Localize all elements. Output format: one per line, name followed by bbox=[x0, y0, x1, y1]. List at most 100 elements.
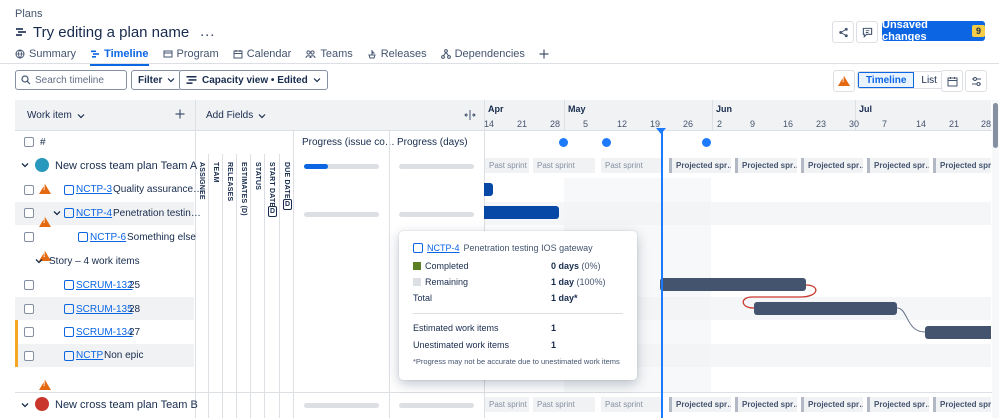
sprint-team-b[interactable]: Projected spr… bbox=[933, 397, 991, 412]
work-item-title[interactable]: Quality assurance… bbox=[113, 184, 203, 195]
sprint-team-b[interactable]: Projected spr… bbox=[735, 397, 797, 412]
releases-column-header[interactable]: RELEASES bbox=[226, 162, 233, 201]
tab-program[interactable]: Program bbox=[163, 46, 219, 62]
search-timeline[interactable] bbox=[15, 70, 127, 90]
sprint-team-a[interactable]: Projected spr… bbox=[933, 158, 991, 173]
sprint-team-b[interactable]: Past sprint bbox=[533, 397, 595, 412]
progress-issue-fill bbox=[304, 164, 328, 169]
due-date-column-header[interactable]: DUE DATE bbox=[283, 162, 290, 199]
work-item-title[interactable]: 28 bbox=[129, 304, 140, 315]
work-item-key[interactable]: NCTP-3 bbox=[76, 184, 112, 195]
start-date-column-header[interactable]: START DATE bbox=[268, 162, 275, 207]
tab-releases[interactable]: Releases bbox=[367, 46, 427, 62]
warning-icon[interactable] bbox=[39, 217, 51, 227]
chevron-down-icon[interactable] bbox=[35, 257, 43, 265]
calendar-settings-button[interactable] bbox=[941, 70, 963, 92]
sprint-team-a[interactable]: Past sprint bbox=[601, 158, 663, 173]
day-tick-label: 9 bbox=[750, 119, 756, 129]
work-item-title[interactable]: Penetration testin… bbox=[113, 208, 201, 219]
work-item-key[interactable]: NCTP-6 bbox=[90, 232, 126, 243]
sprint-team-a[interactable]: Past sprint bbox=[533, 158, 595, 173]
warning-icon[interactable] bbox=[39, 380, 51, 390]
view-settings-button[interactable]: Capacity view • Edited bbox=[179, 70, 328, 90]
work-item-title[interactable]: Non epic bbox=[104, 350, 143, 361]
row-checkbox[interactable] bbox=[24, 185, 34, 195]
add-tab-button[interactable] bbox=[539, 46, 549, 62]
row-checkbox[interactable] bbox=[24, 208, 34, 218]
scrollbar-thumb[interactable] bbox=[993, 103, 998, 148]
resize-handle[interactable] bbox=[464, 110, 476, 120]
work-item-column-header[interactable]: Work item bbox=[27, 110, 85, 121]
view-options-button[interactable] bbox=[965, 70, 987, 92]
work-item-title[interactable]: 25 bbox=[129, 280, 140, 291]
sprint-team-b[interactable]: Projected spr… bbox=[801, 397, 863, 412]
group-label[interactable]: Story – 4 work items bbox=[49, 256, 140, 267]
row-checkbox[interactable] bbox=[24, 351, 34, 361]
sprint-team-a[interactable]: Projected spr… bbox=[867, 158, 929, 173]
work-item-key[interactable]: SCRUM-132 bbox=[76, 280, 133, 291]
tooltip-work-item-key[interactable]: NCTP-4 bbox=[427, 243, 460, 253]
sprint-team-a[interactable]: Projected spr… bbox=[735, 158, 797, 173]
tab-summary[interactable]: Summary bbox=[15, 46, 76, 62]
chevron-down-icon bbox=[258, 113, 266, 118]
chevron-down-icon[interactable] bbox=[21, 161, 29, 169]
row-checkbox[interactable] bbox=[24, 304, 34, 314]
tab-teams[interactable]: Teams bbox=[305, 46, 353, 62]
work-item-key[interactable]: SCRUM-135 bbox=[76, 304, 133, 315]
timeline-view-button[interactable]: Timeline bbox=[858, 72, 915, 88]
sprint-team-a[interactable]: Past sprint bbox=[485, 158, 529, 173]
row-checkbox[interactable] bbox=[24, 280, 34, 290]
work-item-key[interactable]: NCTP-4 bbox=[76, 208, 112, 219]
release-marker[interactable] bbox=[602, 138, 611, 147]
share-button[interactable] bbox=[832, 21, 854, 43]
release-marker[interactable] bbox=[702, 138, 711, 147]
chevron-down-icon[interactable] bbox=[53, 209, 61, 217]
page-title[interactable]: Try editing a plan name … bbox=[15, 23, 216, 41]
estimates-column-header[interactable]: ESTIMATES (D) bbox=[240, 162, 247, 216]
tab-dependencies[interactable]: Dependencies bbox=[440, 46, 525, 62]
work-item-title[interactable]: Something else bbox=[127, 232, 196, 243]
sprint-team-a[interactable]: Projected spr… bbox=[801, 158, 863, 173]
status-column-header[interactable]: STATUS bbox=[254, 162, 261, 190]
select-all-checkbox[interactable] bbox=[24, 137, 34, 147]
filter-button[interactable]: Filter bbox=[131, 70, 183, 90]
column-divider bbox=[264, 154, 265, 418]
sprint-team-b[interactable]: Past sprint bbox=[601, 397, 663, 412]
search-input[interactable] bbox=[35, 74, 120, 86]
release-marker[interactable] bbox=[559, 138, 568, 147]
day-tick-label: 5 bbox=[583, 119, 589, 129]
team-column-header[interactable]: TEAM bbox=[212, 162, 219, 183]
warnings-button[interactable] bbox=[833, 70, 855, 92]
tab-timeline[interactable]: Timeline bbox=[90, 46, 149, 66]
tooltip-note: *Progress may not be accurate due to une… bbox=[413, 357, 620, 366]
schedule-bar[interactable] bbox=[484, 206, 559, 219]
warning-icon[interactable] bbox=[39, 184, 51, 194]
due-date-badge: D bbox=[283, 199, 292, 210]
team-name[interactable]: New cross team plan Team B bbox=[55, 399, 198, 411]
sprint-team-b[interactable]: Projected spr… bbox=[867, 397, 929, 412]
sprint-team-b[interactable]: Past sprint bbox=[485, 397, 529, 412]
sprint-team-b[interactable]: Projected spr… bbox=[669, 397, 731, 412]
list-view-button[interactable]: List bbox=[914, 72, 944, 88]
plan-name[interactable]: Try editing a plan name bbox=[33, 24, 189, 41]
sliders-icon bbox=[971, 76, 981, 86]
row-checkbox[interactable] bbox=[24, 327, 34, 337]
feedback-button[interactable] bbox=[856, 21, 878, 43]
team-name[interactable]: New cross team plan Team A bbox=[55, 160, 197, 172]
more-icon[interactable]: … bbox=[199, 23, 216, 41]
breadcrumb[interactable]: Plans bbox=[15, 8, 43, 20]
progress-days-header[interactable]: Progress (days) bbox=[397, 137, 468, 148]
schedule-bar[interactable] bbox=[484, 183, 493, 196]
work-item-key[interactable]: NCTP bbox=[76, 350, 103, 361]
add-fields-button[interactable]: Add Fields bbox=[206, 110, 266, 121]
sprint-team-a[interactable]: Projected spr… bbox=[669, 158, 731, 173]
work-item-icon bbox=[413, 243, 423, 253]
add-work-item-button[interactable] bbox=[175, 109, 185, 119]
row-checkbox[interactable] bbox=[24, 232, 34, 242]
work-item-title[interactable]: 27 bbox=[129, 327, 140, 338]
work-item-key[interactable]: SCRUM-134 bbox=[76, 327, 133, 338]
tab-calendar[interactable]: Calendar bbox=[233, 46, 291, 62]
progress-issue-header[interactable]: Progress (issue co… bbox=[302, 137, 395, 148]
chevron-down-icon[interactable] bbox=[21, 401, 29, 409]
unsaved-changes-button[interactable]: Unsaved changes 9 bbox=[882, 19, 985, 43]
